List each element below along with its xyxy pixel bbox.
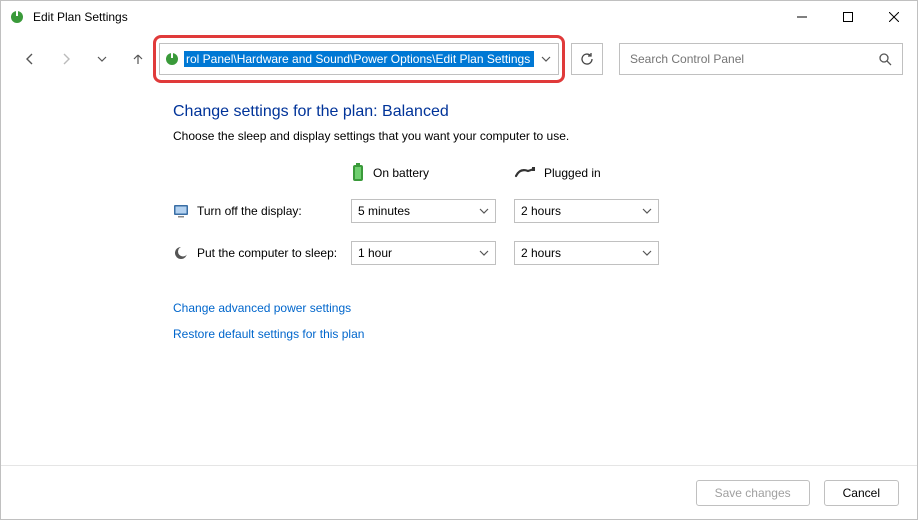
sleep-battery-select[interactable]: 1 hour	[351, 241, 496, 265]
close-button[interactable]	[871, 1, 917, 33]
sleep-label-text: Put the computer to sleep:	[197, 246, 337, 260]
battery-column-label: On battery	[373, 166, 429, 180]
display-plugged-select[interactable]: 2 hours	[514, 199, 659, 223]
restore-defaults-link[interactable]: Restore default settings for this plan	[173, 327, 901, 341]
address-bar-container: rol Panel\Hardware and Sound\Power Optio…	[159, 43, 559, 75]
refresh-button[interactable]	[571, 43, 603, 75]
up-button[interactable]	[123, 44, 153, 74]
battery-icon	[351, 163, 365, 183]
display-plugged-value: 2 hours	[521, 204, 561, 218]
page-heading: Change settings for the plan: Balanced	[173, 103, 901, 121]
search-input[interactable]	[630, 52, 878, 66]
display-setting-row: Turn off the display: 5 minutes 2 hours	[173, 199, 901, 223]
links-block: Change advanced power settings Restore d…	[173, 301, 901, 341]
window-controls	[779, 1, 917, 33]
sleep-setting-row: Put the computer to sleep: 1 hour 2 hour…	[173, 241, 901, 265]
maximize-button[interactable]	[825, 1, 871, 33]
advanced-settings-link[interactable]: Change advanced power settings	[173, 301, 901, 315]
display-battery-select[interactable]: 5 minutes	[351, 199, 496, 223]
content-area: Change settings for the plan: Balanced C…	[1, 85, 917, 465]
sleep-plugged-value: 2 hours	[521, 246, 561, 260]
search-icon[interactable]	[878, 52, 892, 66]
chevron-down-icon	[479, 248, 489, 258]
address-icon	[160, 51, 184, 67]
display-setting-label: Turn off the display:	[173, 203, 351, 219]
app-icon	[9, 9, 25, 25]
titlebar: Edit Plan Settings	[1, 1, 917, 33]
plugged-column-label: Plugged in	[544, 166, 601, 180]
plug-icon	[514, 166, 536, 180]
plugged-column-header: Plugged in	[514, 163, 659, 183]
address-bar[interactable]: rol Panel\Hardware and Sound\Power Optio…	[159, 43, 559, 75]
column-headers: On battery Plugged in	[351, 163, 901, 183]
sleep-setting-label: Put the computer to sleep:	[173, 245, 351, 261]
battery-column-header: On battery	[351, 163, 496, 183]
search-box[interactable]	[619, 43, 903, 75]
window-frame: Edit Plan Settings	[0, 0, 918, 520]
monitor-icon	[173, 203, 189, 219]
page-subtext: Choose the sleep and display settings th…	[173, 129, 901, 143]
recent-locations-button[interactable]	[87, 44, 117, 74]
back-button[interactable]	[15, 44, 45, 74]
cancel-button[interactable]: Cancel	[824, 480, 899, 506]
address-dropdown-button[interactable]	[534, 54, 558, 64]
chevron-down-icon	[479, 206, 489, 216]
sleep-plugged-select[interactable]: 2 hours	[514, 241, 659, 265]
display-label-text: Turn off the display:	[197, 204, 302, 218]
sleep-battery-value: 1 hour	[358, 246, 392, 260]
toolbar: rol Panel\Hardware and Sound\Power Optio…	[1, 33, 917, 85]
minimize-button[interactable]	[779, 1, 825, 33]
save-button[interactable]: Save changes	[696, 480, 810, 506]
chevron-down-icon	[642, 206, 652, 216]
footer-buttons: Save changes Cancel	[1, 465, 917, 519]
chevron-down-icon	[642, 248, 652, 258]
moon-icon	[173, 245, 189, 261]
address-path[interactable]: rol Panel\Hardware and Sound\Power Optio…	[184, 51, 534, 67]
forward-button[interactable]	[51, 44, 81, 74]
window-title: Edit Plan Settings	[33, 10, 779, 24]
display-battery-value: 5 minutes	[358, 204, 410, 218]
